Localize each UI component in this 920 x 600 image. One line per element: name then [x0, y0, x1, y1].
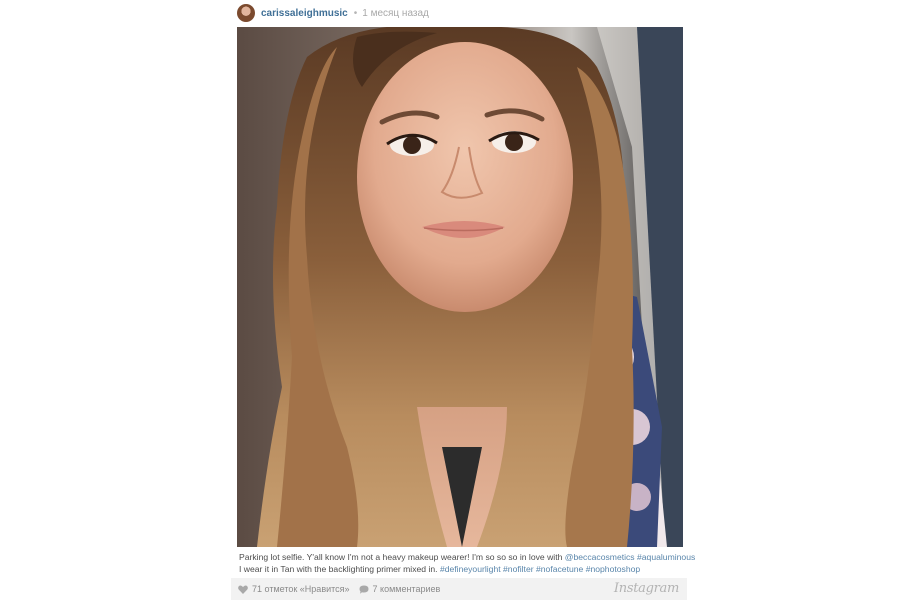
- hashtag-link[interactable]: #aqualuminous: [637, 552, 695, 562]
- avatar[interactable]: [237, 4, 255, 22]
- instagram-logo[interactable]: Instagram: [614, 581, 679, 596]
- hashtag-link[interactable]: #nofacetune: [536, 564, 583, 574]
- comments-count[interactable]: 7 комментариев: [359, 584, 441, 594]
- hashtag-link[interactable]: #nophotoshop: [586, 564, 640, 574]
- separator-dot: •: [353, 7, 358, 19]
- likes-count[interactable]: 71 отметок «Нравится»: [238, 584, 350, 594]
- heart-icon: [238, 584, 248, 594]
- post-footer: 71 отметок «Нравится» 7 комментариев Ins…: [231, 578, 687, 600]
- instagram-embed: carissaleighmusic • 1 месяц назад Parkin…: [0, 0, 920, 600]
- caption-text-1: Parking lot selfie. Y'all know I'm not a…: [239, 552, 565, 562]
- likes-label: 71 отметок «Нравится»: [252, 584, 350, 594]
- selfie-photo-illustration: [237, 27, 683, 547]
- hashtag-link[interactable]: #nofilter: [503, 564, 534, 574]
- caption-line-2: I wear it in Tan with the backlighting p…: [239, 563, 683, 575]
- post-photo[interactable]: [237, 27, 683, 547]
- post-caption: Parking lot selfie. Y'all know I'm not a…: [239, 551, 695, 575]
- comment-bubble-icon: [359, 585, 369, 594]
- comments-label: 7 комментариев: [372, 584, 441, 594]
- username-link[interactable]: carissaleighmusic: [261, 8, 348, 19]
- caption-text-2: I wear it in Tan with the backlighting p…: [239, 564, 440, 574]
- mention-link[interactable]: @beccacosmetics: [565, 552, 635, 562]
- hashtag-link[interactable]: #defineyourlight: [440, 564, 501, 574]
- caption-line-1: Parking lot selfie. Y'all know I'm not a…: [239, 551, 695, 563]
- post-timestamp[interactable]: 1 месяц назад: [362, 8, 429, 19]
- post-header: carissaleighmusic • 1 месяц назад: [237, 3, 429, 23]
